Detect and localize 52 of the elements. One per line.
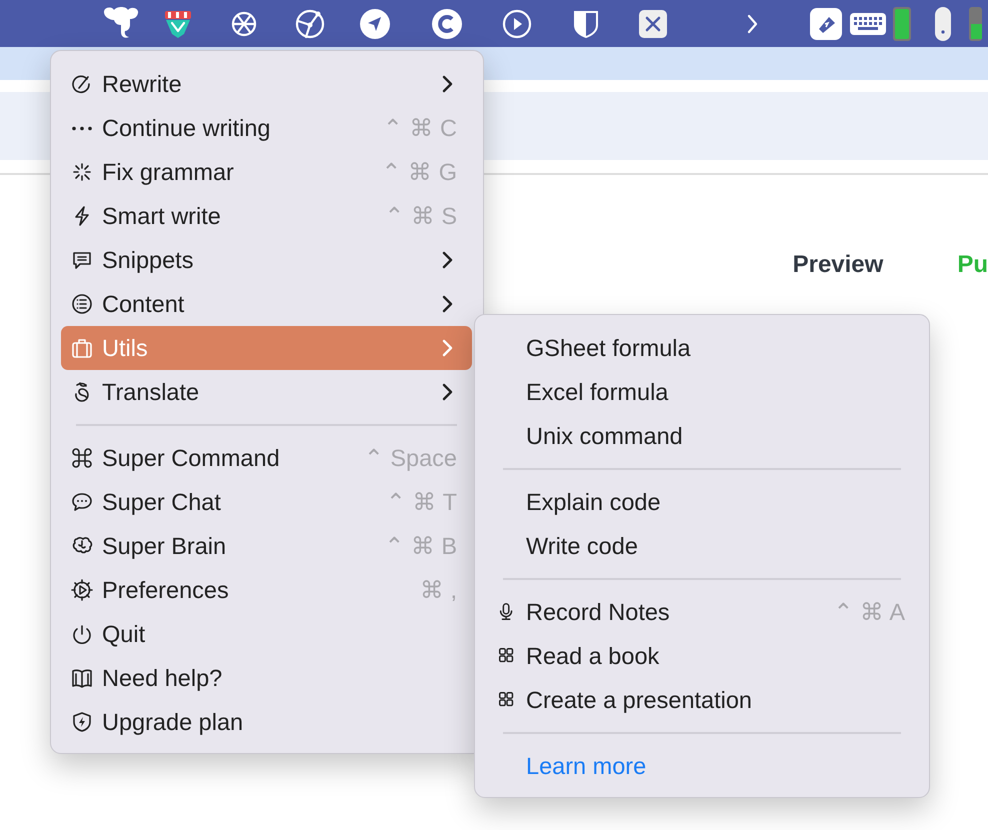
gear-icon bbox=[71, 579, 93, 601]
menu-item[interactable]: Upgrade plan bbox=[61, 700, 472, 744]
menu-item[interactable]: Quit bbox=[61, 612, 472, 656]
briefcase-icon bbox=[71, 337, 93, 359]
keyboard-shortcut: ⌃ ⌘ S bbox=[384, 202, 457, 230]
menu-item[interactable]: Content bbox=[61, 282, 472, 326]
menu-item[interactable]: Excel formula bbox=[485, 370, 919, 414]
menu-item[interactable]: Unix command bbox=[485, 414, 919, 458]
menu-item[interactable]: Preferences ⌘ , bbox=[61, 568, 472, 612]
command-icon bbox=[71, 447, 93, 469]
battery-icon bbox=[968, 6, 982, 42]
menu-item[interactable]: Read a book bbox=[485, 634, 919, 678]
menu-item[interactable]: Create a presentation bbox=[485, 678, 919, 722]
shield-bolt-icon bbox=[71, 711, 93, 733]
preview-button[interactable]: Preview bbox=[792, 251, 884, 279]
play-circle-icon bbox=[501, 8, 533, 40]
menu-item[interactable]: Need help? bbox=[61, 656, 472, 700]
send-icon bbox=[359, 8, 391, 40]
close-box-icon bbox=[637, 8, 669, 40]
sparkle-icon bbox=[71, 161, 93, 183]
chat-bubble-icon bbox=[71, 491, 93, 513]
battery-icon bbox=[892, 6, 912, 42]
menu-item[interactable]: Continue writing ⌃ ⌘ C bbox=[61, 106, 472, 150]
menu-item[interactable]: Fix grammar ⌃ ⌘ G bbox=[61, 150, 472, 194]
menu-item[interactable]: Explain code bbox=[485, 480, 919, 524]
menu-item[interactable]: Super Chat ⌃ ⌘ T bbox=[61, 480, 472, 524]
keyboard-icon bbox=[849, 10, 887, 36]
speech-bubble-icon bbox=[71, 249, 93, 271]
mouse-icon bbox=[934, 6, 952, 42]
menu-item[interactable]: GSheet formula bbox=[485, 326, 919, 370]
keyboard-shortcut: ⌃ Space bbox=[364, 444, 457, 472]
menu-item[interactable]: Super Brain ⌃ ⌘ B bbox=[61, 524, 472, 568]
menu-item[interactable]: Super Command ⌃ Space bbox=[61, 436, 472, 480]
power-icon bbox=[71, 623, 93, 645]
keyboard-shortcut: ⌃ ⌘ B bbox=[384, 532, 457, 560]
list-circle-icon bbox=[71, 293, 93, 315]
pencil-circle-icon bbox=[71, 73, 93, 95]
keyboard-shortcut: ⌃ ⌘ T bbox=[386, 488, 457, 516]
menu-item[interactable]: Smart write ⌃ ⌘ S bbox=[61, 194, 472, 238]
keyboard-shortcut: ⌃ ⌘ C bbox=[382, 114, 457, 142]
dots-icon bbox=[71, 126, 93, 130]
keyboard-shortcut: ⌘ , bbox=[420, 576, 457, 604]
keyboard-shortcut: ⌃ ⌘ A bbox=[834, 598, 905, 626]
menu-item[interactable]: Record Notes ⌃ ⌘ A bbox=[485, 590, 919, 634]
menu-item[interactable]: Rewrite bbox=[61, 62, 472, 106]
book-icon bbox=[71, 667, 93, 689]
menu-item[interactable]: Write code bbox=[485, 524, 919, 568]
menu-item[interactable]: Snippets bbox=[61, 238, 472, 282]
usb-drive-icon bbox=[809, 6, 843, 40]
keyboard-shortcut: ⌃ ⌘ G bbox=[382, 158, 457, 186]
c-letter-icon bbox=[431, 8, 463, 40]
menu-item[interactable]: Translate bbox=[61, 370, 472, 414]
